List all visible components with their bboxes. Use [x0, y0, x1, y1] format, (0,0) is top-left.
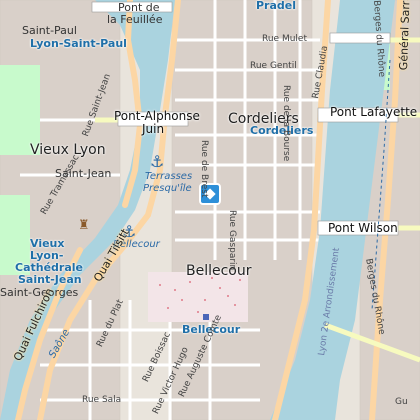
bridge-pont-alphonse-juin-line1[interactable]: Pont-Alphonse [114, 110, 200, 122]
cathedral-label-line3[interactable]: Cathédrale [15, 262, 83, 273]
road-rue-mulet[interactable]: Rue Mulet [262, 35, 307, 44]
place-saint-paul[interactable]: Saint-Paul [22, 25, 77, 36]
road-rue-gasparin[interactable]: Rue Gasparin [227, 210, 237, 270]
terrasses-label-line2[interactable]: Presqu'île [143, 184, 192, 194]
terrasses-label-line1[interactable]: Terrasses [145, 172, 192, 182]
pont-feuillee-line2[interactable]: la Feuillée [107, 14, 162, 25]
place-bellecour[interactable]: Bellecour [186, 264, 252, 278]
bridge-pont-lafayette[interactable]: Pont Lafayette [330, 106, 417, 118]
bridge-pont-alphonse-juin-line2[interactable]: Juin [142, 123, 164, 135]
castle-icon: ♜ [78, 218, 90, 233]
road-general-sarrail[interactable]: Général Sarrail [397, 0, 413, 70]
road-rue-gentil[interactable]: Rue Gentil [250, 62, 297, 71]
square-icon [203, 314, 209, 320]
place-vieux-lyon[interactable]: Vieux Lyon [30, 143, 106, 157]
place-lyon-saint-paul[interactable]: Lyon-Saint-Paul [30, 38, 127, 49]
road-gu[interactable]: Gu [395, 398, 408, 407]
cathedral-label-line1[interactable]: Vieux [30, 238, 64, 249]
cathedral-label-line4[interactable]: Saint-Jean [18, 274, 82, 285]
anchor-icon: ⚓ [150, 152, 165, 171]
map-canvas[interactable]: ⚓ ⚓ ♜ Lyon-Saint-Paul Saint-Paul Vieux L… [0, 0, 420, 420]
pont-feuillee-line1[interactable]: Pont de [118, 2, 160, 13]
cathedral-label-line2[interactable]: Lyon- [30, 250, 63, 261]
road-rue-de-la-bourse[interactable]: Rue de la Bourse [281, 85, 291, 161]
bridge-pont-wilson[interactable]: Pont Wilson [328, 222, 398, 234]
map-base [0, 0, 420, 420]
pradel-station-label[interactable]: Pradel [256, 0, 296, 11]
road-rue-sala[interactable]: Rue Sala [82, 396, 121, 405]
road-rue-de-brest[interactable]: Rue de Brest [199, 140, 209, 198]
